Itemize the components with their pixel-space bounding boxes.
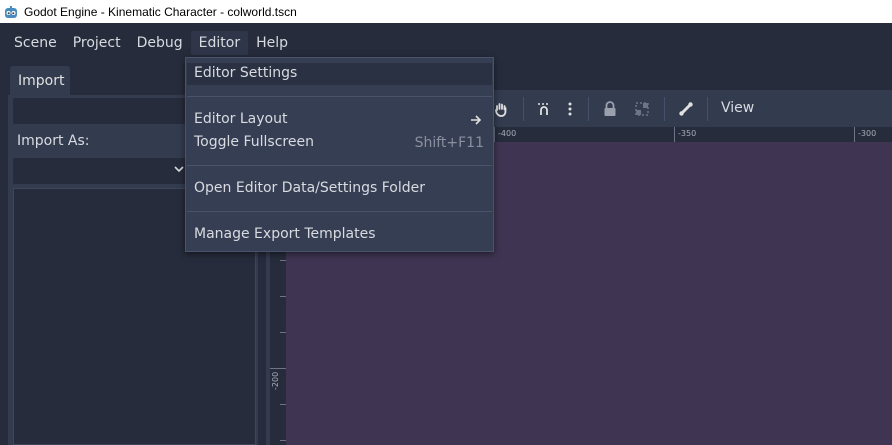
ruler-tick	[674, 127, 675, 142]
menu-item-open-editor-data-folder[interactable]: Open Editor Data/Settings Folder	[187, 178, 492, 200]
menu-item-label: Toggle Fullscreen	[194, 134, 314, 150]
hand-icon	[495, 103, 507, 117]
ruler-label: -300	[858, 129, 877, 138]
bones-button[interactable]	[676, 99, 696, 119]
import-preset-field[interactable]	[13, 98, 193, 124]
import-as-select[interactable]	[13, 158, 193, 184]
snap-toggle-button[interactable]	[534, 99, 554, 119]
godot-logo-icon	[5, 5, 17, 18]
menu-editor[interactable]: Editor	[190, 31, 249, 55]
import-as-label: Import As:	[17, 133, 90, 149]
menu-item-label: Manage Export Templates	[194, 226, 376, 242]
bone-icon	[679, 102, 693, 116]
lock-button[interactable]	[600, 99, 620, 119]
view-menu-button[interactable]: View	[721, 100, 754, 116]
menu-help[interactable]: Help	[248, 31, 296, 55]
menu-item-label: Editor Settings	[194, 65, 298, 81]
window-title: Godot Engine - Kinematic Character - col…	[24, 4, 297, 19]
menu-debug[interactable]: Debug	[129, 31, 191, 55]
toolbar-separator	[707, 97, 708, 121]
ruler-label: -400	[498, 129, 517, 138]
menu-scene[interactable]: Scene	[6, 31, 65, 55]
group-icon	[635, 102, 649, 116]
chevron-down-icon	[174, 166, 184, 173]
toolbar-separator	[588, 97, 589, 121]
shortcut-label: Shift+F11	[414, 135, 484, 151]
menu-item-toggle-fullscreen[interactable]: Toggle Fullscreen Shift+F11	[187, 132, 492, 154]
menu-item-label: Editor Layout	[194, 111, 288, 127]
window-title-bar: Godot Engine - Kinematic Character - col…	[0, 0, 892, 23]
menu-separator	[187, 211, 492, 212]
vertical-dots-icon	[568, 102, 572, 116]
lock-icon	[604, 101, 616, 116]
menu-separator	[187, 96, 492, 97]
snap-icon	[538, 103, 548, 115]
toolbar-separator	[664, 97, 665, 121]
toolbar-separator	[523, 97, 524, 121]
pan-mode-button[interactable]	[491, 99, 511, 119]
tab-import[interactable]: Import	[10, 66, 70, 96]
menu-item-label: Open Editor Data/Settings Folder	[194, 180, 426, 196]
menu-separator	[187, 165, 492, 166]
menu-item-manage-export-templates[interactable]: Manage Export Templates	[187, 224, 492, 246]
ruler-tick	[494, 127, 495, 142]
ruler-tick	[270, 368, 286, 369]
editor-menu-dropdown: Editor Settings Editor Layout Toggle Ful…	[185, 57, 494, 252]
menu-item-editor-settings[interactable]: Editor Settings	[187, 63, 492, 85]
group-button[interactable]	[632, 99, 652, 119]
arrow-right-icon	[471, 115, 482, 125]
ruler-label: -350	[678, 129, 697, 138]
menu-item-editor-layout[interactable]: Editor Layout	[187, 109, 492, 131]
menu-project[interactable]: Project	[65, 31, 129, 55]
snap-options-button[interactable]	[560, 99, 580, 119]
ruler-tick	[854, 127, 855, 142]
ruler-label: -200	[271, 371, 280, 390]
